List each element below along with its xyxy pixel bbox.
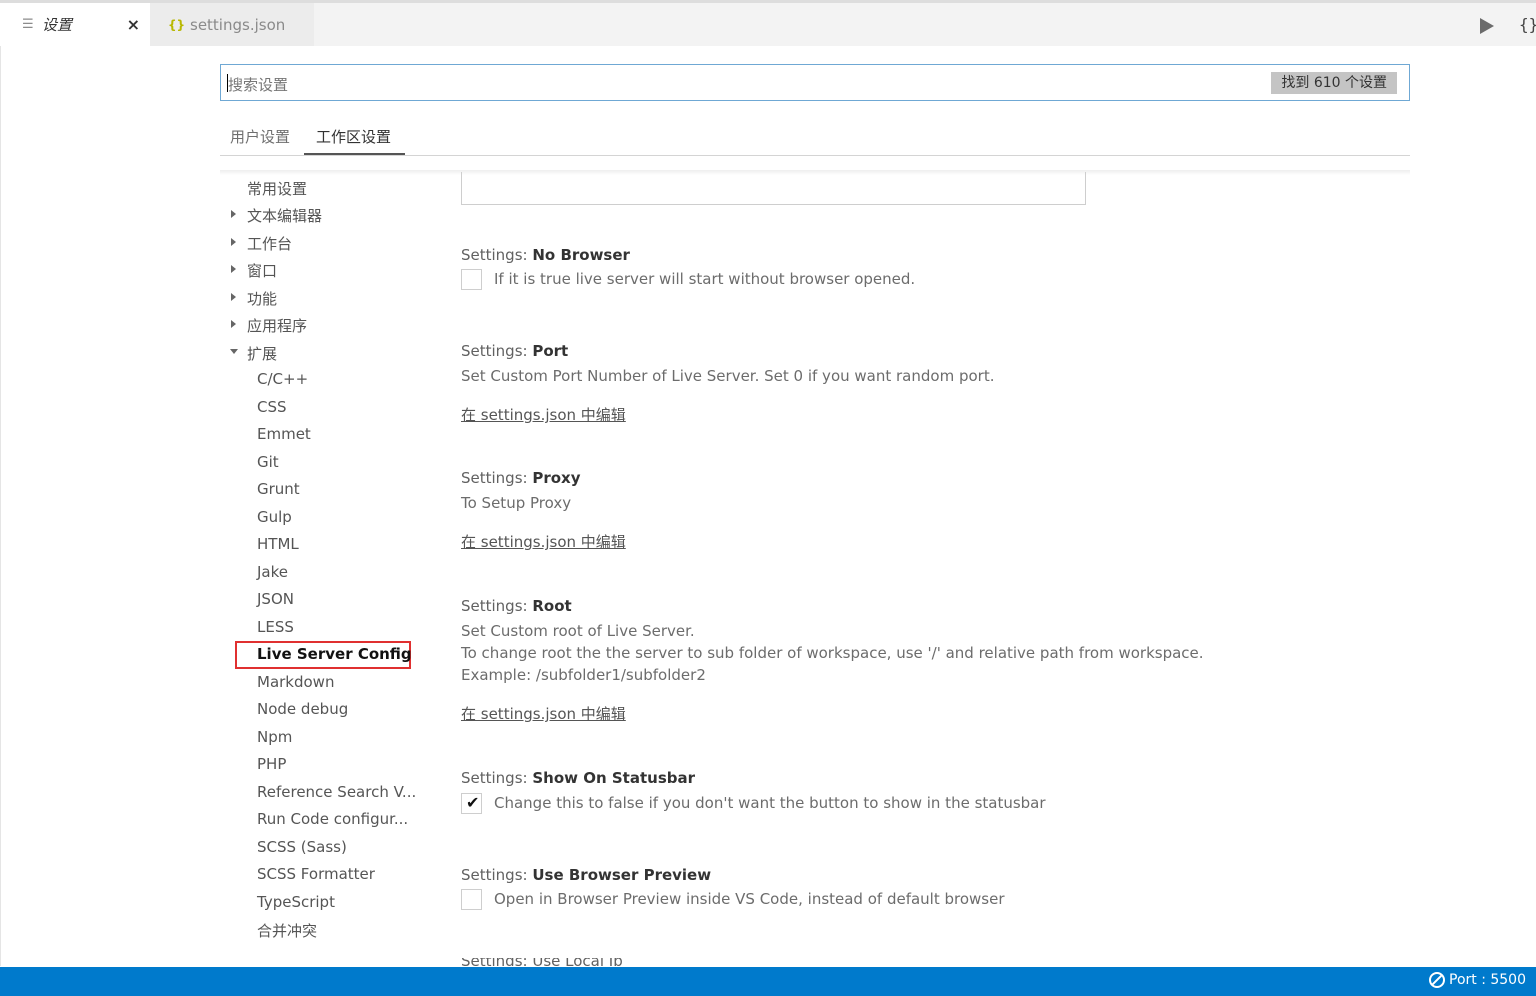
- search-input[interactable]: 搜索设置 找到 610 个设置: [220, 64, 1410, 101]
- toc-item-ext[interactable]: JSON: [257, 590, 294, 608]
- previous-setting-input[interactable]: [461, 172, 1086, 205]
- setting-name: Root: [532, 597, 572, 615]
- setting-desc-proxy: To Setup Proxy: [461, 494, 572, 512]
- toc-item-ext[interactable]: CSS: [257, 398, 287, 416]
- setting-name: Port: [532, 342, 569, 360]
- chevron-right-icon[interactable]: [231, 210, 236, 218]
- tab-settings-json-label: settings.json: [190, 15, 286, 34]
- toc-item-live-server-config[interactable]: Live Server Config: [257, 645, 412, 663]
- setting-prefix: Settings:: [461, 469, 533, 487]
- toc-item-ext[interactable]: C/C++: [257, 370, 308, 388]
- setting-desc-use-browser-preview: Open in Browser Preview inside VS Code, …: [494, 890, 1005, 908]
- search-placeholder: 搜索设置: [228, 76, 289, 94]
- toc-item-ext[interactable]: Jake: [257, 563, 288, 581]
- toc-item-ext[interactable]: SCSS Formatter: [257, 865, 375, 883]
- setting-title-partial-text: Settings: Use Local Ip: [461, 958, 623, 966]
- toc-item-window[interactable]: 窗口: [247, 260, 277, 281]
- toc-item-ext[interactable]: TypeScript: [257, 893, 335, 911]
- setting-prefix: Settings:: [461, 597, 533, 615]
- setting-name: No Browser: [532, 246, 630, 264]
- activity-divider: [0, 46, 1, 966]
- editor-tab-bar: ☰ 设置 × {} settings.json {}: [0, 3, 1536, 46]
- setting-prefix: Settings:: [461, 246, 533, 264]
- edit-in-settings-json-link[interactable]: 在 settings.json 中编辑: [461, 531, 626, 552]
- tab-settings[interactable]: ☰ 设置 ×: [0, 3, 150, 46]
- chevron-right-icon[interactable]: [231, 293, 236, 301]
- tab-user-settings[interactable]: 用户设置: [230, 126, 290, 147]
- toc-item-ext[interactable]: LESS: [257, 618, 294, 636]
- toc-item-ext[interactable]: Node debug: [257, 700, 348, 718]
- checkbox-no-browser[interactable]: [461, 269, 482, 290]
- open-settings-json-button[interactable]: {}: [1519, 15, 1536, 34]
- play-icon[interactable]: [1480, 18, 1494, 34]
- setting-title-use-browser-preview: Settings: Use Browser Preview: [461, 866, 711, 884]
- toc-item-ext[interactable]: 合并冲突: [257, 920, 317, 941]
- toc-item-ext[interactable]: Markdown: [257, 673, 334, 691]
- setting-title-proxy: Settings: Proxy: [461, 469, 581, 487]
- setting-title-no-browser: Settings: No Browser: [461, 246, 630, 264]
- search-result-count-badge: 找到 610 个设置: [1271, 72, 1397, 94]
- tab-settings-json[interactable]: {} settings.json: [150, 3, 314, 46]
- toc-item-ext[interactable]: Emmet: [257, 425, 311, 443]
- close-icon[interactable]: ×: [127, 15, 140, 34]
- setting-desc-root-2: To change root the the server to sub fol…: [461, 644, 1204, 662]
- setting-name: Proxy: [532, 469, 581, 487]
- setting-desc-show-on-statusbar: Change this to false if you don't want t…: [494, 794, 1046, 812]
- setting-prefix: Settings:: [461, 342, 533, 360]
- toc-item-ext[interactable]: HTML: [257, 535, 299, 553]
- setting-title-show-on-statusbar: Settings: Show On Statusbar: [461, 769, 695, 787]
- port-label: Port : 5500: [1449, 972, 1526, 988]
- braces-icon: {}: [168, 17, 186, 32]
- toc-item-ext[interactable]: Reference Search V...: [257, 783, 416, 801]
- tab-workspace-settings[interactable]: 工作区设置: [316, 126, 391, 147]
- edit-in-settings-json-link[interactable]: 在 settings.json 中编辑: [461, 404, 626, 425]
- toc-item-ext[interactable]: SCSS (Sass): [257, 838, 347, 856]
- chevron-down-icon[interactable]: [230, 349, 238, 354]
- setting-desc-port: Set Custom Port Number of Live Server. S…: [461, 367, 995, 385]
- setting-desc-root-1: Set Custom root of Live Server.: [461, 622, 695, 640]
- setting-title-partial: Settings: Use Local Ip: [461, 958, 623, 966]
- setting-desc-no-browser: If it is true live server will start wit…: [494, 270, 916, 288]
- setting-name: Show On Statusbar: [532, 769, 696, 787]
- setting-name: Use Browser Preview: [532, 866, 712, 884]
- check-icon: ✔: [466, 793, 480, 812]
- chevron-right-icon[interactable]: [231, 265, 236, 273]
- active-tab-indicator: [304, 153, 405, 155]
- setting-title-port: Settings: Port: [461, 342, 568, 360]
- checkbox-use-browser-preview[interactable]: [461, 889, 482, 910]
- checkbox-show-on-statusbar[interactable]: ✔: [461, 793, 482, 814]
- toc-item-application[interactable]: 应用程序: [247, 315, 307, 336]
- scope-tab-bar: 用户设置 工作区设置: [220, 118, 1410, 156]
- tab-settings-label: 设置: [42, 16, 73, 34]
- chevron-right-icon[interactable]: [231, 238, 236, 246]
- setting-title-root: Settings: Root: [461, 597, 572, 615]
- setting-prefix: Settings:: [461, 866, 533, 884]
- toc-item-text-editor[interactable]: 文本编辑器: [247, 205, 322, 226]
- toc-item-ext[interactable]: Git: [257, 453, 279, 471]
- status-bar: Port : 5500: [0, 967, 1536, 996]
- edit-in-settings-json-link[interactable]: 在 settings.json 中编辑: [461, 703, 626, 724]
- toc-item-workbench[interactable]: 工作台: [247, 233, 292, 254]
- lines-icon: ☰: [22, 17, 34, 32]
- setting-prefix: Settings:: [461, 769, 533, 787]
- toc-item-features[interactable]: 功能: [247, 288, 277, 309]
- toc-item-ext[interactable]: Grunt: [257, 480, 300, 498]
- toc-item-extensions[interactable]: 扩展: [247, 343, 277, 364]
- toc-item-ext[interactable]: PHP: [257, 755, 286, 773]
- toc-item-ext[interactable]: Npm: [257, 728, 292, 746]
- no-entry-icon: [1429, 972, 1445, 988]
- live-server-port-item[interactable]: Port : 5500: [1429, 972, 1526, 988]
- toc-item-ext[interactable]: Gulp: [257, 508, 292, 526]
- toc-item-common[interactable]: 常用设置: [247, 178, 307, 199]
- chevron-right-icon[interactable]: [231, 320, 236, 328]
- setting-desc-root-3: Example: /subfolder1/subfolder2: [461, 666, 706, 684]
- toc-item-ext[interactable]: Run Code configur...: [257, 810, 408, 828]
